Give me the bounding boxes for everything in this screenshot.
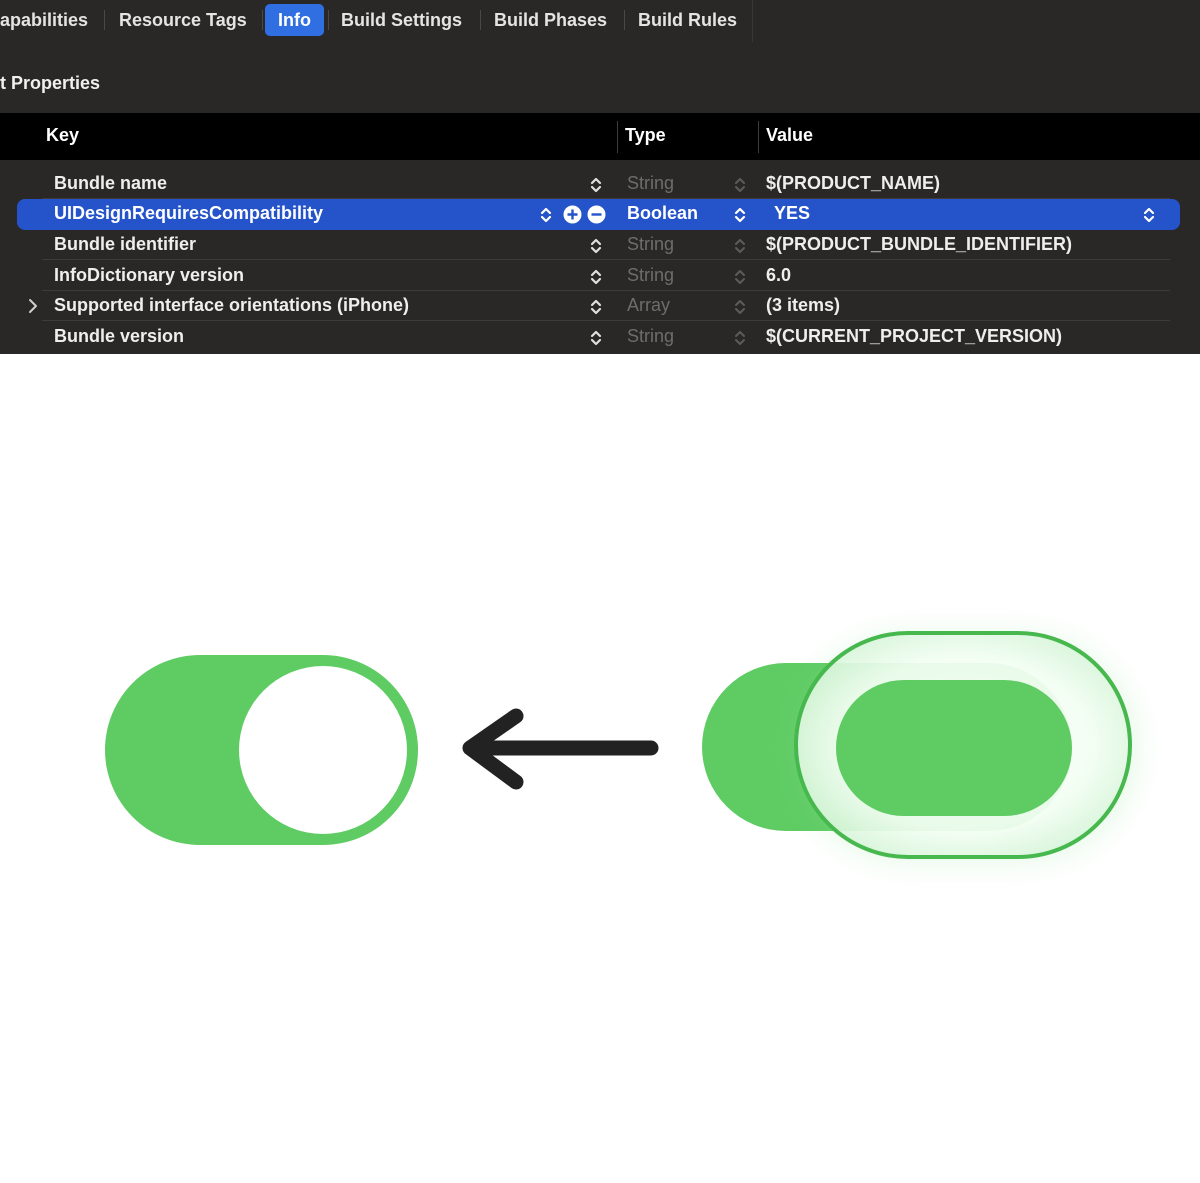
row-key: Bundle version	[54, 326, 185, 346]
row-type: Boolean	[627, 203, 699, 223]
row-value[interactable]: YES	[774, 203, 810, 224]
row-key: InfoDictionary version	[54, 265, 245, 285]
up-down-chevron-icon[interactable]	[733, 267, 747, 287]
classic-toggle-switch	[105, 655, 418, 845]
up-down-chevron-icon[interactable]	[589, 236, 603, 256]
up-down-chevron-icon[interactable]	[733, 175, 747, 195]
xcode-info-panel: apabilities Resource Tags Info Build Set…	[0, 0, 1200, 354]
table-row-selected[interactable]: UIDesignRequiresCompatibility Boolean YE…	[0, 199, 1200, 230]
row-value[interactable]: $(CURRENT_PROJECT_VERSION)	[766, 326, 1062, 347]
toggle-knob	[239, 666, 407, 834]
up-down-chevron-icon[interactable]	[589, 328, 603, 348]
tab-build-settings[interactable]: Build Settings	[341, 4, 462, 36]
row-divider	[42, 259, 1170, 260]
row-value[interactable]: $(PRODUCT_NAME)	[766, 173, 940, 194]
row-key: UIDesignRequiresCompatibility	[54, 203, 324, 223]
table-header: Key Type Value	[0, 113, 1200, 160]
up-down-chevron-icon[interactable]	[539, 205, 553, 225]
tab-divider	[328, 10, 329, 30]
tab-divider	[480, 10, 481, 30]
table-row[interactable]: InfoDictionary version String 6.0	[0, 261, 1200, 291]
knob-refracted-track	[836, 680, 1072, 816]
table-row[interactable]: Supported interface orientations (iPhone…	[0, 291, 1200, 321]
column-divider	[617, 121, 618, 153]
up-down-chevron-icon[interactable]	[733, 297, 747, 317]
column-header-value[interactable]: Value	[766, 125, 813, 146]
tab-bar-edge	[752, 0, 753, 42]
tab-build-rules[interactable]: Build Rules	[638, 4, 737, 36]
row-value[interactable]: $(PRODUCT_BUNDLE_IDENTIFIER)	[766, 234, 1072, 255]
row-divider	[42, 320, 1170, 321]
tab-resource-tags[interactable]: Resource Tags	[119, 4, 247, 36]
editor-tab-bar: apabilities Resource Tags Info Build Set…	[0, 0, 1200, 42]
tab-divider	[104, 10, 105, 30]
liquid-glass-toggle-switch	[702, 631, 1132, 859]
chevron-right-icon[interactable]	[26, 297, 40, 315]
row-key: Bundle identifier	[54, 234, 197, 254]
row-value[interactable]: 6.0	[766, 265, 791, 286]
row-key: Supported interface orientations (iPhone…	[54, 295, 410, 315]
up-down-chevron-icon[interactable]	[733, 205, 747, 225]
column-divider	[758, 121, 759, 153]
section-title: t Properties	[0, 73, 101, 93]
plus-circle-icon[interactable]	[563, 205, 582, 224]
row-value[interactable]: (3 items)	[766, 295, 840, 316]
up-down-chevron-icon[interactable]	[733, 236, 747, 256]
row-key: Bundle name	[54, 173, 168, 193]
tab-capabilities[interactable]: apabilities	[0, 4, 88, 36]
row-type: Array	[627, 295, 671, 315]
toggle-comparison-illustration	[105, 631, 1132, 859]
row-type: String	[627, 234, 675, 254]
up-down-chevron-icon[interactable]	[589, 297, 603, 317]
tab-divider	[262, 10, 263, 30]
tab-info[interactable]: Info	[265, 4, 324, 36]
up-down-chevron-icon[interactable]	[733, 328, 747, 348]
tab-build-phases[interactable]: Build Phases	[494, 4, 607, 36]
row-type: String	[627, 326, 675, 346]
column-header-key[interactable]: Key	[46, 125, 79, 146]
tab-divider	[624, 10, 625, 30]
arrow-left-icon	[462, 708, 659, 790]
table-row[interactable]: Bundle version String $(CURRENT_PROJECT_…	[0, 322, 1200, 352]
up-down-chevron-icon[interactable]	[589, 267, 603, 287]
row-type: String	[627, 173, 675, 193]
minus-circle-icon[interactable]	[587, 205, 606, 224]
column-header-type[interactable]: Type	[625, 125, 666, 146]
table-row[interactable]: Bundle name String $(PRODUCT_NAME)	[0, 169, 1200, 199]
up-down-chevron-icon[interactable]	[589, 175, 603, 195]
table-row[interactable]: Bundle identifier String $(PRODUCT_BUNDL…	[0, 230, 1200, 260]
row-type: String	[627, 265, 675, 285]
up-down-chevron-icon[interactable]	[1142, 205, 1156, 225]
